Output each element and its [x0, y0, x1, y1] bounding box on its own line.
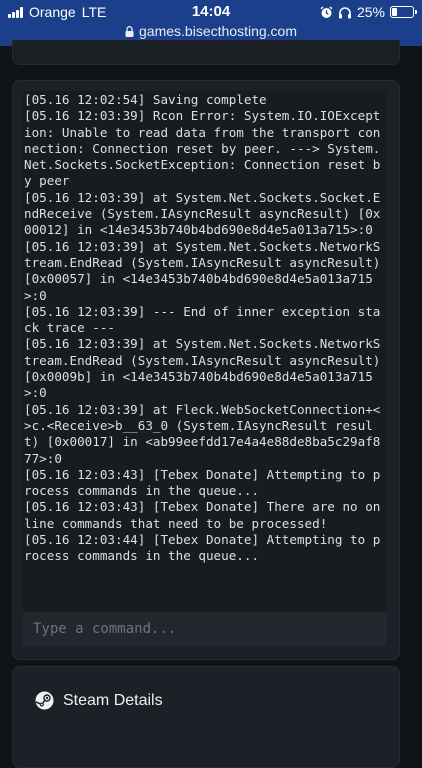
previous-card: [12, 40, 400, 65]
console-line: [05.16 12:03:43] [Tebex Donate] There ar…: [24, 499, 381, 531]
status-right: 25%: [320, 4, 417, 20]
console-line: [05.16 12:03:39] at Fleck.WebSocketConne…: [24, 401, 381, 466]
steam-details-card[interactable]: Steam Details: [12, 666, 400, 768]
console-line: [05.16 12:03:39] Rcon Error: System.IO.I…: [24, 108, 381, 189]
command-input[interactable]: [23, 612, 387, 646]
console-line: [05.16 12:03:39] --- End of inner except…: [24, 303, 381, 336]
console-line: [05.16 12:03:39] at System.Net.Sockets.N…: [24, 238, 381, 303]
headphones-icon: [338, 6, 351, 18]
console-log[interactable]: [05.16 12:02:54] Saving complete [05.16 1…: [23, 91, 387, 611]
address-bar[interactable]: games.bisecthosting.com: [0, 23, 422, 39]
battery-fill: [392, 8, 397, 16]
steam-details-header[interactable]: Steam Details: [35, 691, 163, 710]
console-line: [05.16 12:03:39] at System.Net.Sockets.N…: [24, 336, 381, 401]
console-panel: [05.16 12:02:54] Saving complete [05.16 1…: [12, 80, 400, 660]
battery-percent: 25%: [356, 4, 385, 20]
steam-details-title: Steam Details: [63, 691, 163, 709]
console-line: [05.16 12:02:54] Saving complete: [24, 92, 267, 107]
steam-icon: [35, 691, 54, 710]
battery-icon: [390, 6, 417, 18]
url-text[interactable]: games.bisecthosting.com: [139, 23, 297, 39]
console-line: [05.16 12:03:44] [Tebex Donate] Attempti…: [24, 532, 381, 564]
console-line: [05.16 12:03:39] at System.Net.Sockets.S…: [24, 189, 381, 238]
console-line: [05.16 12:03:43] [Tebex Donate] Attempti…: [24, 466, 381, 499]
lock-icon: [125, 25, 134, 37]
alarm-icon: [320, 5, 333, 18]
